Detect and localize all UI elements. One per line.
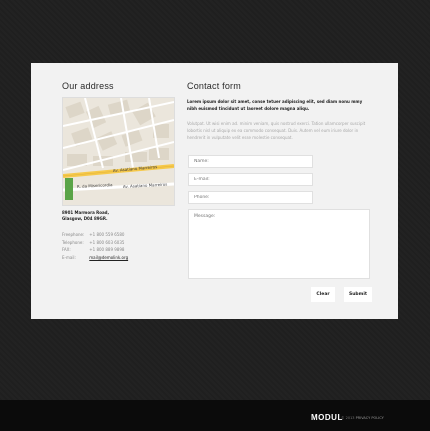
footer-logo[interactable]: MODUL bbox=[311, 413, 343, 422]
contact-value: +1 800 889 9898 bbox=[89, 247, 125, 252]
contact-label: Telephone: bbox=[62, 239, 84, 245]
name-input[interactable] bbox=[188, 155, 313, 168]
contact-row-fax: FAX: +1 800 889 9898 bbox=[62, 246, 174, 254]
contact-label: FAX: bbox=[62, 247, 71, 252]
location-map[interactable]: Av. Asatiano Marreiros R. da Misericordi… bbox=[62, 97, 175, 206]
message-textarea[interactable] bbox=[188, 209, 370, 279]
email-input[interactable] bbox=[188, 173, 313, 186]
contact-label: E-mail: bbox=[62, 254, 76, 260]
contact-form-column: Contact form bbox=[187, 81, 373, 91]
contact-details: Freephone: +1 800 559 6580 Telephone: +1… bbox=[62, 231, 174, 261]
contact-lead-text: Lorem ipsum dolor sit amet, conse tetuer… bbox=[187, 99, 363, 111]
contact-value: +1 800 559 6580 bbox=[89, 232, 125, 237]
contacts-card: Our address Av. Asatiano Marreiros R. da… bbox=[31, 63, 398, 319]
email-link[interactable]: mail@demolink.org bbox=[89, 255, 128, 260]
page-footer: MODUL © 2013 PRIVACY POLICY bbox=[0, 400, 430, 431]
clear-button[interactable]: Clear bbox=[311, 287, 335, 302]
contact-form-heading: Contact form bbox=[187, 81, 241, 91]
contact-row-freephone: Freephone: +1 800 559 6580 bbox=[62, 231, 174, 239]
contact-body-text: Volutpat. Ut wisi enim ad. minim veniam,… bbox=[187, 121, 366, 140]
privacy-policy-link[interactable]: PRIVACY POLICY bbox=[356, 416, 384, 420]
footer-copyright: © 2013 PRIVACY POLICY bbox=[341, 416, 384, 420]
contact-value: +1 800 603 6035 bbox=[89, 239, 125, 245]
address-block: 8901 Marmora Road, Glasgow, D04 89GR. bbox=[62, 210, 174, 222]
copyright-text: © 2013 bbox=[341, 416, 355, 420]
contact-row-email: E-mail: mail@demolink.org bbox=[62, 254, 174, 262]
contact-label: Freephone: bbox=[62, 232, 85, 237]
address-column: Our address bbox=[62, 81, 174, 91]
phone-input[interactable] bbox=[188, 191, 313, 204]
address-heading: Our address bbox=[62, 81, 114, 91]
submit-button[interactable]: Submit bbox=[344, 287, 372, 302]
map-graphic: Av. Asatiano Marreiros R. da Misericordi… bbox=[63, 98, 174, 205]
address-city: Glasgow, D04 89GR. bbox=[62, 216, 108, 221]
contact-row-telephone: Telephone: +1 800 603 6035 bbox=[62, 239, 174, 247]
